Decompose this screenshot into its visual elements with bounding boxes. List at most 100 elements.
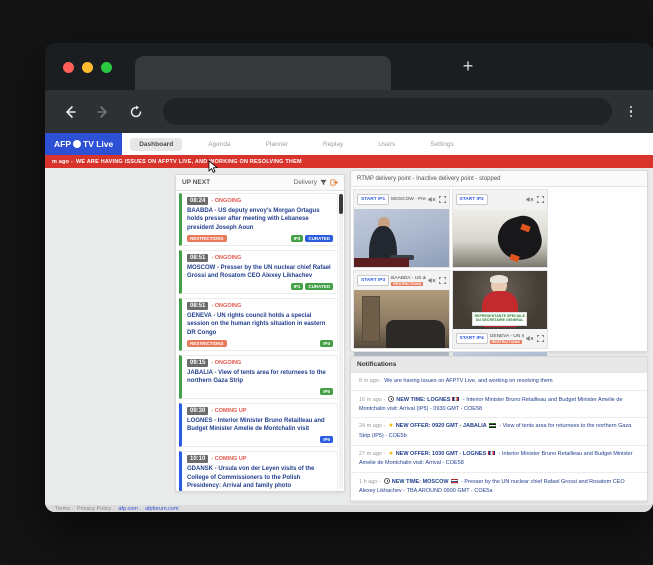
notification-time: 8 m ago - <box>359 378 382 384</box>
schedule-item[interactable]: 08:51 - ONGOING GENEVA - UN rights counc… <box>179 298 338 351</box>
nav-tab[interactable]: Settings <box>421 138 463 151</box>
schedule-status: - ONGOING <box>211 198 241 204</box>
schedule-item[interactable]: 08:24 - ONGOING BAABDA - US deputy envoy… <box>179 193 338 246</box>
footer-link[interactable]: Terms . <box>55 506 73 512</box>
notification-headline: NEW TIME: MOSCOW <box>392 479 449 485</box>
notification-row[interactable]: 24 m ago -NEW OFFER: 0920 GMT - JABALIA … <box>351 418 647 445</box>
fullscreen-icon[interactable] <box>439 196 446 203</box>
notification-row[interactable]: 1 h ago -NEW TIME: MOSCOW - Presser by t… <box>351 473 647 501</box>
browser-window: + AFP TV Live Dashboard Agenda <box>45 43 653 512</box>
schedule-item[interactable]: 09:15 - ONGOING JABALIA - View of tents … <box>179 355 338 399</box>
alert-time: m ago - <box>52 159 73 165</box>
alert-banner: m ago - WE ARE HAVING ISSUES ON AFPTV LI… <box>45 155 653 168</box>
schedule-item[interactable]: 10:10 - COMING UP GDANSK - Ursula von de… <box>179 451 338 491</box>
schedule-status: - COMING UP <box>211 456 246 462</box>
schedule-title: BAABDA - US deputy envoy's Morgan Ortagu… <box>187 207 333 232</box>
notification-row[interactable]: 27 m ago -NEW OFFER: 1030 GMT - LOGNES -… <box>351 446 647 473</box>
start-stream-button[interactable]: START IP1 <box>357 194 389 205</box>
footer-link[interactable]: afpforum.com <box>145 506 179 512</box>
restrictions-badge: RESTRICTIONS <box>187 235 227 242</box>
notification-row[interactable]: 8 m ago -We are having issues on AFPTV L… <box>351 373 647 391</box>
up-next-header: UP NEXT Delivery <box>176 175 344 191</box>
speaker-hair <box>490 275 508 283</box>
detach-panel-icon[interactable] <box>330 179 338 186</box>
video-tile-title: GENEVA - UN rights cou... <box>490 334 524 339</box>
notification-type-icon <box>384 478 390 484</box>
dashboard-main: UP NEXT Delivery 08:24 <box>45 168 653 505</box>
new-tab-button[interactable]: + <box>457 55 479 77</box>
video-thumbnail[interactable] <box>354 290 449 348</box>
nav-tab[interactable]: Agenda <box>199 138 239 151</box>
delivery-badge: CURATED <box>305 235 333 242</box>
address-bar[interactable] <box>163 98 612 125</box>
minimize-window-button[interactable] <box>82 62 93 73</box>
mute-speaker-icon[interactable] <box>428 196 436 203</box>
fullscreen-icon[interactable] <box>537 196 544 203</box>
mute-speaker-icon[interactable] <box>428 277 436 284</box>
reload-button[interactable] <box>126 102 146 122</box>
scrollbar[interactable] <box>339 193 343 489</box>
video-thumbnail[interactable] <box>354 209 449 267</box>
schedule-time-badge: 09:30 <box>187 407 208 415</box>
forward-button[interactable] <box>93 102 113 122</box>
fullscreen-icon[interactable] <box>537 335 544 342</box>
video-tile: START IP3 BAABDA - US deputy en... RESTR… <box>353 270 450 349</box>
notification-row[interactable]: 1 h ago -NEW OFFER: 0800 GMT - AL-ZAWAYD… <box>351 501 647 502</box>
maximize-window-button[interactable] <box>101 62 112 73</box>
notifications-title: Notifications <box>357 361 396 368</box>
country-flag-icon <box>452 397 459 402</box>
start-stream-button[interactable]: START IP2 <box>456 194 488 205</box>
video-tile: START IP4 GENEVA - UN rights cou... REST… <box>452 270 549 349</box>
browser-tab[interactable] <box>135 56 391 90</box>
schedule-title: LOGNES - Interior Minister Bruno Retaill… <box>187 417 333 434</box>
tv-live-logo-text: TV Live <box>83 139 113 149</box>
video-tile: START IP1 MOSCOW - Presser by t... <box>353 189 450 268</box>
video-tile: START IP2 <box>452 189 549 268</box>
video-tile-bar: START IP4 GENEVA - UN rights cou... REST… <box>453 329 548 348</box>
scrollbar-thumb[interactable] <box>339 194 343 214</box>
close-window-button[interactable] <box>63 62 74 73</box>
mute-speaker-icon[interactable] <box>526 196 534 203</box>
nav-tab[interactable]: Planner <box>257 138 297 151</box>
video-tile-bar: START IP1 MOSCOW - Presser by t... <box>354 190 449 209</box>
schedule-title: GENEVA - UN rights council holds a speci… <box>187 312 333 337</box>
notification-time: 1 h ago - <box>359 479 381 485</box>
browser-menu-icon[interactable] <box>624 106 638 118</box>
nav-tab[interactable]: Dashboard <box>130 138 182 151</box>
up-next-title: UP NEXT <box>182 179 210 186</box>
notification-headline: NEW TIME: LOGNES <box>396 397 450 403</box>
notification-row[interactable]: 16 m ago -NEW TIME: LOGNES - Interior Mi… <box>351 391 647 419</box>
back-button[interactable] <box>60 102 80 122</box>
footer-link[interactable]: Privacy Policy . <box>77 506 114 512</box>
schedule-item[interactable]: 09:30 - COMING UP LOGNES - Interior Mini… <box>179 403 338 447</box>
delivery-filter-icon[interactable] <box>320 179 327 186</box>
podium-shape <box>354 258 409 267</box>
notification-text: We are having issues on AFPTV Live, and … <box>384 378 552 384</box>
notification-type-icon <box>388 396 394 402</box>
country-flag-icon <box>451 479 458 484</box>
delivery-badge: IP5 <box>320 436 333 443</box>
schedule-item[interactable]: 08:51 - ONGOING MOSCOW - Presser by the … <box>179 250 338 294</box>
nav-tab[interactable]: Users <box>369 138 404 151</box>
notification-time: 24 m ago - <box>359 423 385 429</box>
start-stream-button[interactable]: START IP4 <box>456 333 488 344</box>
start-stream-button[interactable]: START IP3 <box>357 275 389 286</box>
delivery-badge: IP1 <box>291 283 304 290</box>
rtmp-panel: RTMP delivery point - Inactive delivery … <box>350 170 648 352</box>
afp-tv-live-logo[interactable]: AFP TV Live <box>45 133 122 155</box>
delivery-label: Delivery <box>294 179 317 186</box>
notification-type-icon <box>388 450 393 460</box>
footer-link[interactable]: afp.com . <box>118 506 141 512</box>
schedule-time-badge: 08:51 <box>187 302 208 310</box>
fullscreen-icon[interactable] <box>439 277 446 284</box>
video-thumbnail[interactable] <box>453 209 548 267</box>
schedule-title: JABALIA - View of tents area for returne… <box>187 369 333 386</box>
delivery-badge: IP3 <box>291 235 304 242</box>
nav-tab[interactable]: Replay <box>314 138 352 151</box>
schedule-time-badge: 08:51 <box>187 254 208 262</box>
schedule-title: MOSCOW - Presser by the UN nuclear chief… <box>187 264 333 281</box>
mute-speaker-icon[interactable] <box>526 335 534 342</box>
video-thumbnail[interactable]: REPRESENTANTE SPECIALE DU SECRETAIRE GEN… <box>453 271 548 329</box>
page-footer: Terms . Privacy Policy . afp.com . afpfo… <box>45 505 653 512</box>
rtmp-title: RTMP delivery point - Inactive delivery … <box>357 176 501 182</box>
